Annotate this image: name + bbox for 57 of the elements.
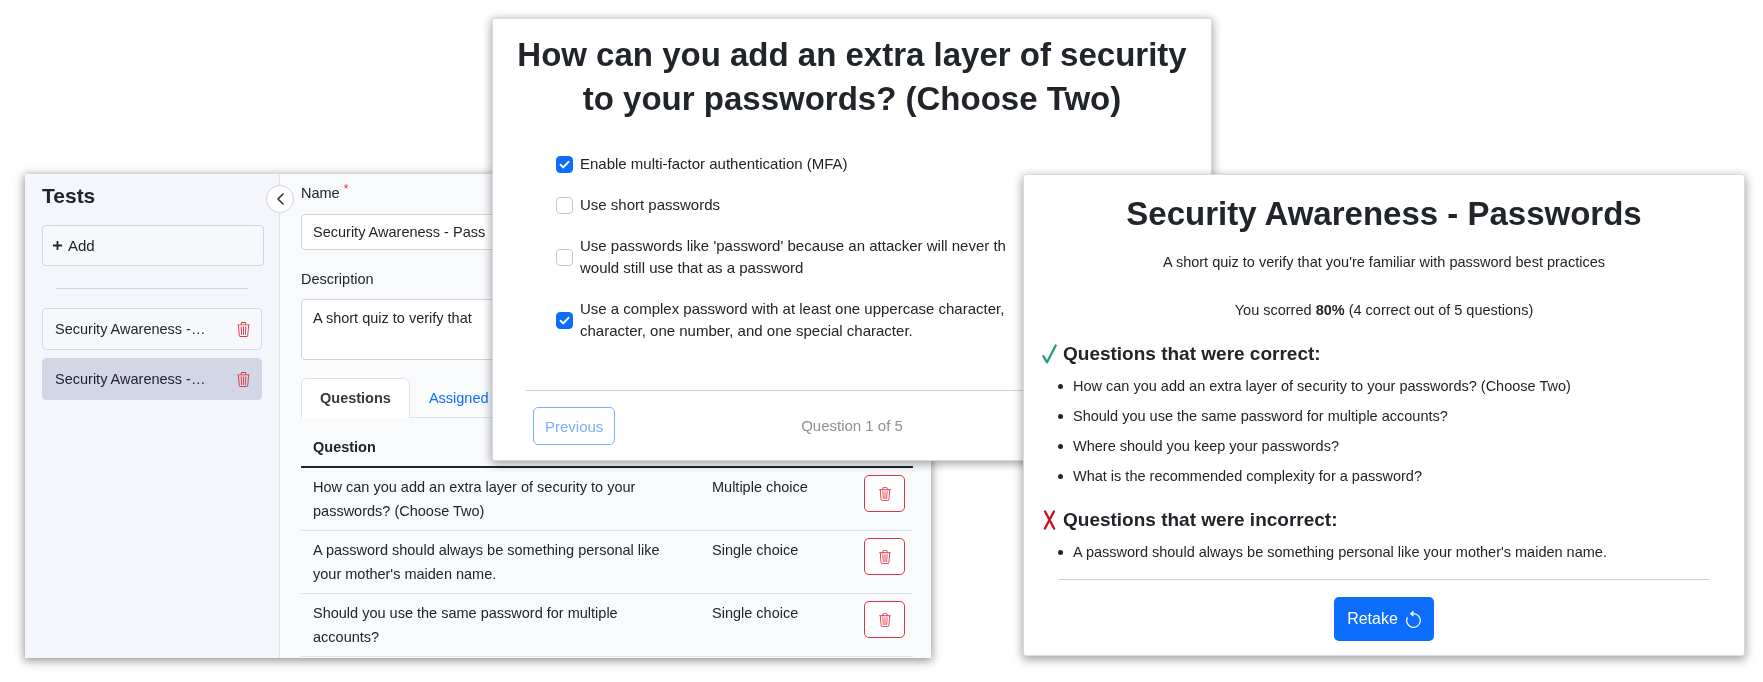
option-label: Use passwords like 'password' because an attacker will never th would still use that as a password xyxy=(580,236,1006,278)
question-text: How can you add an extra layer of security to your passwords? (Choose Two) xyxy=(313,479,636,519)
section-heading: Questions that were incorrect: xyxy=(1063,508,1338,532)
question-item: Should you use the same password for multiple accounts? xyxy=(1073,407,1448,426)
trash-icon xyxy=(878,549,891,564)
question-type: Single choice xyxy=(712,542,799,558)
question-type: Multiple choice xyxy=(712,479,808,495)
check-icon xyxy=(1042,344,1057,364)
progress-text: Question 1 of 5 xyxy=(801,416,903,436)
column-header: Question xyxy=(313,438,376,457)
trash-icon xyxy=(878,486,891,501)
question-title: How can you add an extra layer of security to your passwords? (Choose Two) xyxy=(516,35,1188,119)
question-item: How can you add an extra layer of security to your passwords? (Choose Two) xyxy=(1073,377,1571,396)
checkbox[interactable] xyxy=(556,248,573,266)
option-label: Enable multi-factor authentication (MFA) xyxy=(580,154,848,174)
sidebar-item[interactable]: Security Awareness -… xyxy=(42,358,262,400)
option-label: Use a complex password with at least one uppercase character, character, one number, and one special character. xyxy=(580,299,1005,341)
delete-button[interactable] xyxy=(864,538,905,575)
question-text: A password should always be something personal like your mother's maiden name. xyxy=(313,542,660,582)
refresh-icon xyxy=(1405,610,1421,628)
question-type: Single choice xyxy=(712,605,799,621)
name-input[interactable]: Security Awareness - Pass xyxy=(301,214,494,250)
plus-icon xyxy=(53,241,62,250)
quiz-title: Security Awareness - Passwords xyxy=(1126,194,1642,234)
description-input[interactable]: A short quiz to verify that xyxy=(301,299,494,360)
question-item: Where should you keep your passwords? xyxy=(1073,437,1339,456)
score-text: You scorred 80% (4 correct out of 5 questions) xyxy=(1234,301,1534,320)
tab[interactable]: Assigned xyxy=(409,378,493,418)
bullet-icon xyxy=(1058,549,1063,555)
add-button[interactable]: Add xyxy=(42,225,264,266)
bullet-icon xyxy=(1058,413,1063,419)
question-item: A password should always be something personal like your mother's maiden name. xyxy=(1073,543,1607,562)
checkbox[interactable] xyxy=(556,155,573,173)
field-label: Name xyxy=(301,184,340,203)
checkbox[interactable] xyxy=(556,311,573,329)
field-label: Description xyxy=(301,270,374,289)
bullet-icon xyxy=(1058,383,1063,389)
sidebar-item[interactable]: Security Awareness -… xyxy=(42,308,262,350)
checkbox[interactable] xyxy=(556,196,573,214)
tab[interactable]: Questions xyxy=(301,378,410,418)
question-item: What is the recommended complexity for a password? xyxy=(1073,467,1422,486)
delete-button[interactable] xyxy=(864,475,905,512)
question-text: Should you use the same password for multiple accounts? xyxy=(313,605,618,645)
trash-icon[interactable] xyxy=(237,321,250,337)
cross-icon xyxy=(1042,510,1057,530)
trash-icon[interactable] xyxy=(237,371,250,387)
sidebar-title: Tests xyxy=(42,183,96,209)
delete-button[interactable] xyxy=(864,601,905,638)
chevron-left-icon xyxy=(276,193,284,205)
option-label: Use short passwords xyxy=(580,195,721,215)
section-heading: Questions that were correct: xyxy=(1063,342,1321,366)
retake-button[interactable]: Retake xyxy=(1334,597,1434,641)
quiz-description: A short quiz to verify that you're familiar with password best practices xyxy=(1163,253,1605,272)
required-asterisk: * xyxy=(343,183,349,195)
bullet-icon xyxy=(1058,473,1063,479)
bullet-icon xyxy=(1058,443,1063,449)
trash-icon xyxy=(878,612,891,627)
